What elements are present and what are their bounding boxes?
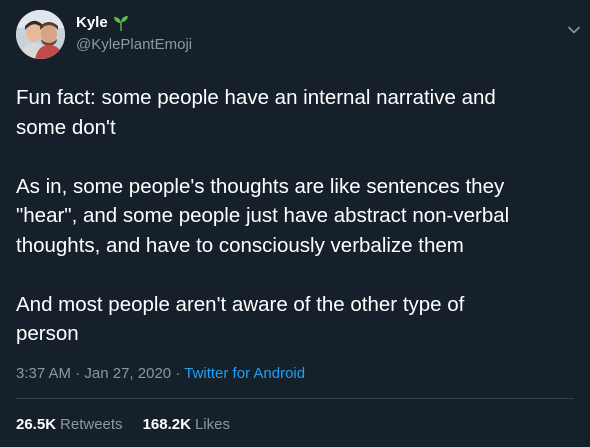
tweet-stats: 26.5K Retweets 168.2K Likes [16,415,230,435]
avatar[interactable] [16,10,65,59]
likes-count: 168.2K [142,416,191,433]
user-handle[interactable]: @KylePlantEmoji [76,35,192,55]
tweet-time[interactable]: 3:37 AM [16,365,71,382]
retweets-stat[interactable]: 26.5K Retweets [16,415,123,435]
likes-label: Likes [194,416,230,433]
retweets-count: 26.5K [16,416,57,433]
retweets-label: Retweets [60,416,123,433]
separator-dot: · [75,365,85,382]
tweet-paragraph: And most people aren't aware of the othe… [16,292,465,346]
likes-stat[interactable]: 168.2K Likes [143,415,230,435]
display-name[interactable]: Kyle [76,13,108,33]
seedling-icon [112,14,130,32]
tweet-metadata: 3:37 AM · Jan 27, 2020 · Twitter for And… [16,364,305,384]
tweet-paragraph: As in, some people's thoughts are like s… [16,174,510,257]
author-name-row[interactable]: Kyle [76,13,130,33]
tweet-date[interactable]: Jan 27, 2020 [84,365,171,382]
chevron-down-icon[interactable] [566,22,582,38]
divider [16,398,574,399]
separator-dot: · [175,365,185,382]
tweet-source-link[interactable]: Twitter for Android [184,365,305,382]
tweet-card: Kyle @KylePlantEmoji Fun fact: some peop… [0,0,590,447]
tweet-paragraph: Fun fact: some people have an internal n… [16,86,496,139]
tweet-text: Fun fact: some people have an internal n… [16,83,576,349]
